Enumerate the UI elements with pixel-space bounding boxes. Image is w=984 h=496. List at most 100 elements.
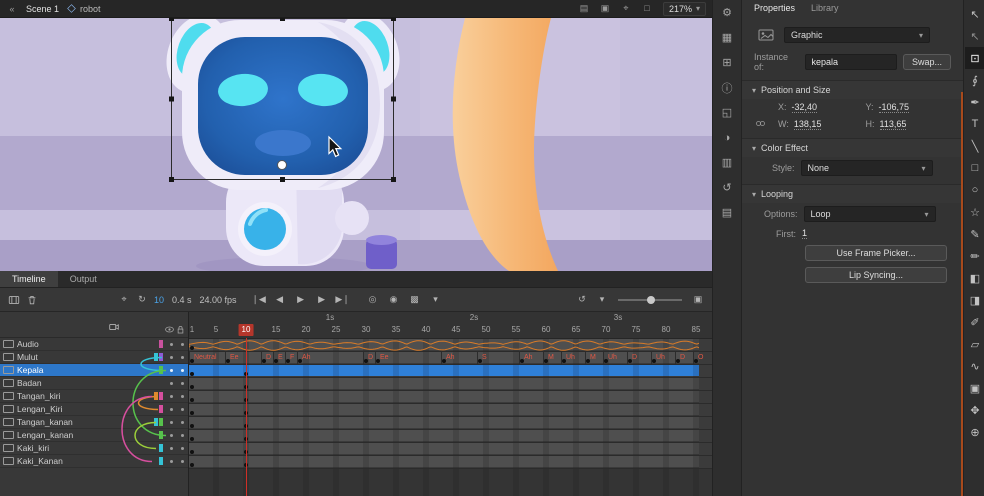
hand-tool[interactable]: ✥ <box>965 399 984 421</box>
zoom-tool[interactable]: ⊕ <box>965 421 984 443</box>
height-value[interactable]: 113,65 <box>880 119 907 130</box>
onion-skin-outlines-icon[interactable]: ◉ <box>386 292 402 308</box>
selection-tool[interactable]: ↖ <box>965 3 984 25</box>
play-icon[interactable]: ▶ <box>293 292 309 308</box>
rectangle-tool[interactable]: □ <box>965 157 984 179</box>
lip-syncing-button[interactable]: Lip Syncing... <box>805 267 947 283</box>
keyframe-dot[interactable] <box>190 372 194 376</box>
color-style-select[interactable]: None ▾ <box>801 160 933 176</box>
align-panel-icon[interactable]: ⊞ <box>718 55 736 70</box>
frames-area[interactable]: 1s2s3s1510152025303540455055606570758085… <box>189 312 712 496</box>
swap-button[interactable]: Swap... <box>903 54 951 70</box>
layer-item-Kaki_Kanan[interactable]: Kaki_Kanan <box>0 455 188 468</box>
edit-scene-icon[interactable]: ▣ <box>599 3 611 14</box>
swatches-panel-icon[interactable]: ▥ <box>718 155 736 170</box>
layer-visibility-toggle[interactable] <box>166 343 177 346</box>
polystar-tool[interactable]: ☆ <box>965 201 984 223</box>
frame-ruler[interactable]: 1s2s3s1510152025303540455055606570758085 <box>189 312 712 339</box>
transform-point[interactable] <box>278 161 287 170</box>
breadcrumb-symbol[interactable]: robot <box>67 4 101 14</box>
tab-library[interactable]: Library <box>811 3 839 18</box>
pen-tool[interactable]: ✒ <box>965 91 984 113</box>
keyframe-dot[interactable] <box>190 385 194 389</box>
zoom-level-select[interactable]: 217% ▾ <box>663 2 706 16</box>
reset-timeline-zoom-icon[interactable]: ↺ <box>574 292 590 308</box>
layer-item-Mulut[interactable]: Mulut <box>0 351 188 364</box>
collapse-edit-bar-icon[interactable]: « <box>6 4 18 14</box>
onion-skin-icon[interactable]: ◎ <box>365 292 381 308</box>
tab-timeline[interactable]: Timeline <box>0 271 58 287</box>
step-forward-icon[interactable]: ▶ <box>314 292 330 308</box>
layer-lock-toggle[interactable] <box>177 369 188 372</box>
brush-tool[interactable]: ✏ <box>965 245 984 267</box>
pencil-tool[interactable]: ✎ <box>965 223 984 245</box>
text-tool[interactable]: T <box>965 113 984 135</box>
frame-rate-value[interactable]: 24.00 fps <box>200 295 237 305</box>
frame-row-Kaki_kiri[interactable] <box>189 443 712 456</box>
layer-visibility-toggle[interactable] <box>166 434 177 437</box>
clip-content-outside-stage-icon[interactable]: □ <box>641 3 653 14</box>
layer-lock-toggle[interactable] <box>177 356 188 359</box>
edit-symbols-icon[interactable]: ▤ <box>578 3 590 14</box>
section-looping[interactable]: ▾ Looping <box>742 184 963 203</box>
instance-name-field[interactable]: kepala <box>805 54 897 70</box>
layer-lock-toggle[interactable] <box>177 343 188 346</box>
layer-lock-toggle[interactable] <box>177 447 188 450</box>
frame-row-Audio[interactable] <box>189 339 712 352</box>
frame-row-Tangan_kanan[interactable] <box>189 417 712 430</box>
delete-frame-icon[interactable] <box>24 292 40 308</box>
y-value[interactable]: -106,75 <box>879 102 910 113</box>
tab-properties[interactable]: Properties <box>754 3 795 18</box>
properties-panel-icon[interactable]: ⚙ <box>718 5 736 20</box>
keyframe-dot[interactable] <box>190 398 194 402</box>
eyedropper-tool[interactable]: ✐ <box>965 311 984 333</box>
center-playhead-icon[interactable]: ⌖ <box>116 292 132 308</box>
oval-tool[interactable]: ○ <box>965 179 984 201</box>
layer-visibility-toggle[interactable] <box>166 447 177 450</box>
keyframe-dot[interactable] <box>190 450 194 454</box>
keyframe-dot[interactable] <box>190 437 194 441</box>
layer-lock-toggle[interactable] <box>177 408 188 411</box>
keyframe-dot[interactable] <box>190 424 194 428</box>
layer-item-Lengan_Kiri[interactable]: Lengan_Kiri <box>0 403 188 416</box>
link-width-height-icon[interactable] <box>755 118 766 131</box>
layer-lock-toggle[interactable] <box>177 434 188 437</box>
frame-row-Mulut[interactable]: NeutralEeDEFAhDEeAhSAhMUhMUhDUhDO <box>189 352 712 365</box>
layer-visibility-toggle[interactable] <box>166 356 177 359</box>
layer-item-Tangan_kanan[interactable]: Tangan_kanan <box>0 416 188 429</box>
timeline-view-options-icon[interactable]: ▾ <box>594 292 610 308</box>
layer-lock-toggle[interactable] <box>177 382 188 385</box>
keyframe-dot[interactable] <box>190 346 194 350</box>
frame-row-Kepala[interactable] <box>189 365 712 378</box>
frame-row-Tangan_kiri[interactable] <box>189 391 712 404</box>
section-color-effect[interactable]: ▾ Color Effect <box>742 138 963 157</box>
slider-thumb[interactable] <box>647 296 655 304</box>
first-frame-value[interactable]: 1 <box>802 228 807 239</box>
resize-timeline-view-icon[interactable]: ▣ <box>690 292 706 308</box>
keyframe-dot[interactable] <box>190 463 194 467</box>
layer-visibility-toggle[interactable] <box>166 460 177 463</box>
transform-panel-icon[interactable]: ◱ <box>718 105 736 120</box>
motion-presets-panel-icon[interactable]: ▤ <box>718 205 736 220</box>
history-panel-icon[interactable]: ↺ <box>718 180 736 195</box>
eraser-tool[interactable]: ▱ <box>965 333 984 355</box>
layer-item-Audio[interactable]: Audio <box>0 338 188 351</box>
info-panel-icon[interactable]: ⓘ <box>718 80 736 95</box>
add-camera-icon[interactable] <box>106 319 122 335</box>
playhead[interactable] <box>246 338 247 496</box>
layer-visibility-toggle[interactable] <box>166 408 177 411</box>
layer-lock-toggle[interactable] <box>177 460 188 463</box>
layer-lock-toggle[interactable] <box>177 395 188 398</box>
color-panel-icon[interactable]: ◑ <box>718 130 736 145</box>
section-position-and-size[interactable]: ▾ Position and Size <box>742 80 963 99</box>
subselection-tool[interactable]: ↖ <box>965 25 984 47</box>
layer-visibility-toggle[interactable] <box>166 421 177 424</box>
paint-bucket-tool[interactable]: ◧ <box>965 267 984 289</box>
free-transform-tool[interactable]: ⊡ <box>965 47 984 69</box>
layer-visibility-toggle[interactable] <box>166 382 177 385</box>
loop-options-select[interactable]: Loop ▾ <box>804 206 936 222</box>
layer-item-Lengan_kanan[interactable]: Lengan_kanan <box>0 429 188 442</box>
edit-multiple-frames-icon[interactable]: ▩ <box>407 292 423 308</box>
tab-output[interactable]: Output <box>58 271 109 287</box>
lock-all-layers-icon[interactable] <box>175 324 186 335</box>
